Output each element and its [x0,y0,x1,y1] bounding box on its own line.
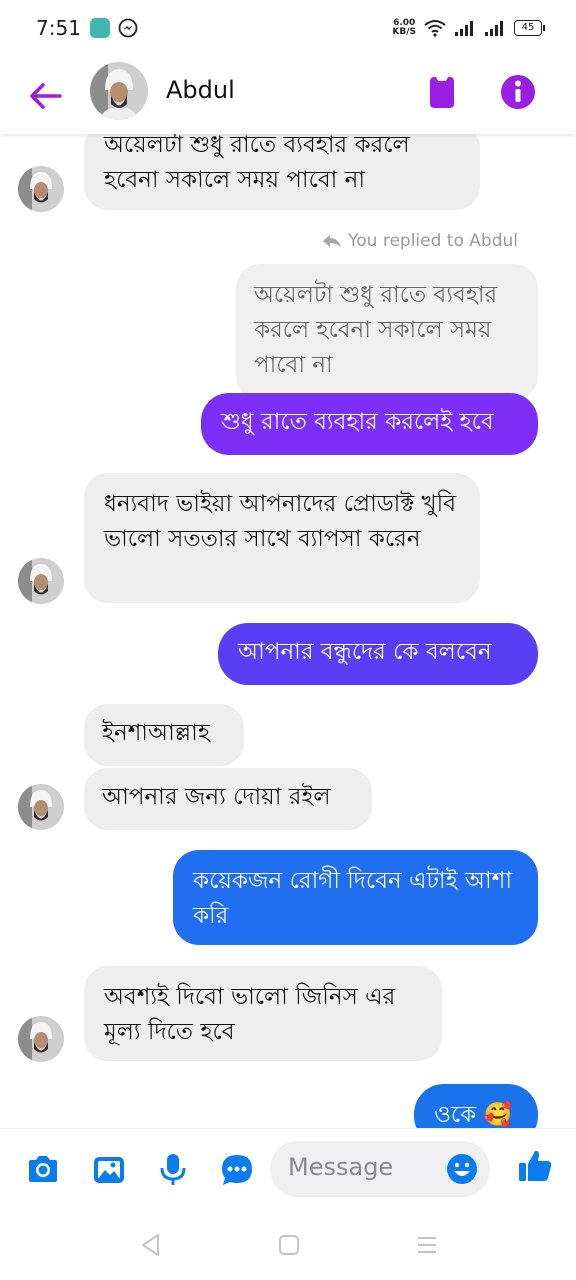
camera-icon[interactable] [24,1151,62,1189]
reply-note-text: You replied to Abdul [348,231,518,251]
sender-avatar [18,166,64,212]
reply-note: You replied to Abdul [322,231,518,251]
message-composer: Message [0,1128,576,1213]
nav-recents-icon[interactable] [414,1232,440,1258]
battery-icon: 45 [514,20,545,36]
more-options-icon[interactable] [218,1151,256,1189]
contact-name[interactable]: Abdul [166,76,235,104]
system-navigation-bar [0,1212,576,1280]
wifi-icon [424,20,446,37]
network-speed: 6.00 KB/S [392,19,416,37]
status-time: 7:51 [36,16,81,40]
incoming-message[interactable]: ধন্যবাদ ভাইয়া আপনাদের প্রোডাক্ট খুবি ভা… [84,473,480,603]
network-speed-unit: KB/S [392,27,416,37]
sender-avatar [18,784,64,830]
status-bar: 7:51 6.00 KB/S 45 [0,0,576,56]
info-icon[interactable] [498,72,538,112]
notification-app-icon [90,18,110,38]
message-placeholder: Message [288,1153,394,1181]
gallery-icon[interactable] [90,1151,128,1189]
outgoing-message[interactable]: শুধু রাতে ব্যবহার করলেই হবে [201,393,538,455]
incoming-message[interactable]: ইনশাআল্লাহ [84,704,244,766]
back-arrow-icon[interactable] [26,76,66,116]
reply-arrow-icon [323,235,342,247]
sender-avatar [18,558,64,604]
conversation-header: Abdul [0,56,576,134]
quoted-message[interactable]: অয়েলটা শুধু রাতে ব্যবহার করলে হবেনা সকা… [236,264,538,400]
microphone-icon[interactable] [154,1151,192,1189]
nav-back-icon[interactable] [138,1232,164,1258]
message-list[interactable]: অয়েলটা শুধু রাতে ব্যবহার করলে হবেনা সকা… [0,134,576,1128]
sender-avatar [18,1016,64,1062]
outgoing-message[interactable]: আপনার বন্ধুদের কে বলবেন [218,623,538,685]
incoming-message[interactable]: অয়েলটা শুধু রাতে ব্যবহার করলে হবেনা সকা… [84,134,480,210]
contact-avatar[interactable] [90,62,148,120]
signal-icon [455,21,473,36]
like-thumbs-up-icon[interactable] [516,1147,554,1185]
message-input[interactable]: Message [270,1141,490,1197]
signal-2-icon [485,21,503,36]
emoji-icon[interactable] [446,1153,478,1185]
outgoing-message[interactable]: ওকে 🥰 [414,1084,538,1128]
nav-home-icon[interactable] [276,1232,302,1258]
incoming-message[interactable]: অবশ্যই দিবো ভালো জিনিস এর মূল্য দিতে হবে [84,966,442,1061]
messenger-notification-icon [118,18,138,38]
incoming-message[interactable]: আপনার জন্য দোয়া রইল [84,768,372,830]
outgoing-message[interactable]: কয়েকজন রোগী দিবেন এটাই আশা করি [173,850,538,945]
phone-call-icon[interactable] [424,74,460,110]
status-indicators: 6.00 KB/S 45 [392,16,545,40]
